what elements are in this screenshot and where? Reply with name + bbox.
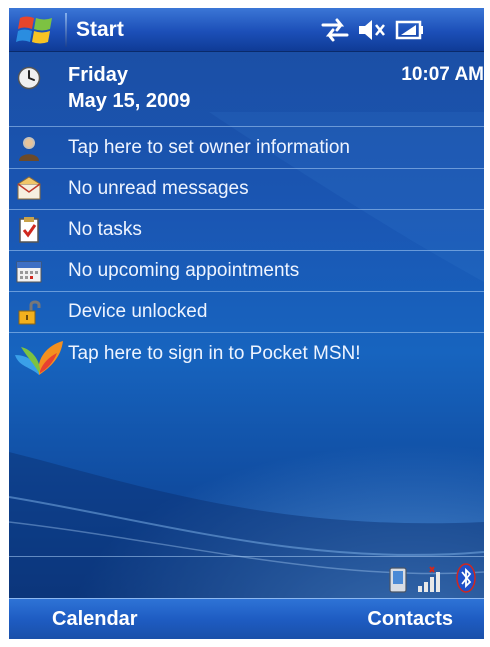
clock-time[interactable]: 10:07 AM (401, 64, 484, 86)
calendar-softkey[interactable]: Calendar (52, 608, 138, 631)
device-lock-label: Device unlocked (68, 301, 208, 322)
speaker-muted-icon[interactable] (357, 17, 387, 43)
softkey-bar: Calendar Contacts (9, 598, 484, 639)
tasks-icon (19, 217, 39, 243)
owner-info-row[interactable]: Tap here to set owner information (9, 128, 484, 169)
messages-label: No unread messages (68, 178, 249, 199)
signal-icon[interactable] (416, 564, 444, 594)
pocket-pc-screen: Start Friday May 15, 2009 10:07 AM Tap h… (9, 8, 484, 639)
start-menu-label[interactable]: Start (76, 18, 124, 42)
windows-flag-icon[interactable] (14, 14, 58, 46)
date-full: May 15, 2009 (68, 90, 191, 112)
tasks-label: No tasks (68, 219, 142, 240)
lock-icon (18, 300, 41, 325)
pocket-msn-row[interactable]: Tap here to sign in to Pocket MSN! (9, 333, 484, 383)
appointments-label: No upcoming appointments (68, 260, 300, 281)
contacts-softkey[interactable]: Contacts (367, 608, 453, 631)
msn-butterfly-icon (15, 341, 63, 375)
date-row[interactable]: Friday May 15, 2009 10:07 AM (9, 60, 484, 127)
pocket-msn-label: Tap here to sign in to Pocket MSN! (68, 343, 361, 364)
clock-icon (17, 66, 41, 90)
tray-divider (9, 556, 484, 557)
device-icon[interactable] (387, 566, 409, 594)
calendar-icon (16, 261, 42, 283)
bluetooth-icon[interactable] (455, 562, 477, 594)
owner-info-label: Tap here to set owner information (68, 137, 350, 158)
title-bar: Start (9, 8, 484, 52)
owner-icon (19, 137, 39, 161)
connectivity-icon[interactable] (321, 17, 349, 43)
messages-icon (17, 176, 41, 200)
messages-row[interactable]: No unread messages (9, 169, 484, 210)
battery-icon[interactable] (395, 17, 425, 43)
title-divider (65, 13, 67, 47)
today-screen: Friday May 15, 2009 10:07 AM Tap here to… (9, 52, 484, 598)
appointments-row[interactable]: No upcoming appointments (9, 251, 484, 292)
date-day: Friday (68, 64, 129, 86)
device-lock-row[interactable]: Device unlocked (9, 292, 484, 333)
tasks-row[interactable]: No tasks (9, 210, 484, 251)
